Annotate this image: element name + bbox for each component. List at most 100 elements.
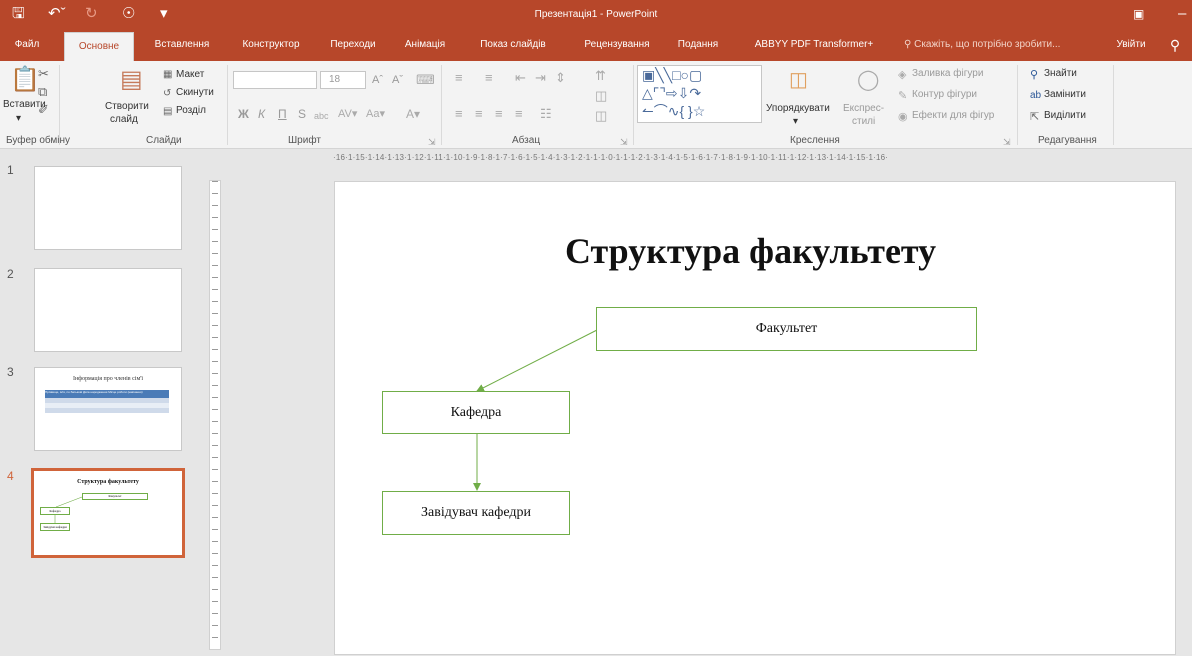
window-title: Презентація1 - PowerPoint [534, 9, 658, 20]
tab-insert[interactable]: Вставлення [144, 30, 220, 61]
new-slide-button-line2[interactable]: слайд [110, 114, 138, 125]
tell-me-search[interactable]: ⚲ Скажіть, що потрібно зробити... [904, 30, 1104, 61]
tab-transitions[interactable]: Переходи [322, 30, 384, 61]
section-button[interactable]: Розділ [176, 105, 206, 116]
layout-icon: ▦ [163, 69, 173, 80]
shadow-button[interactable]: S [298, 107, 306, 121]
font-dialog-launcher-icon[interactable]: ⇲ [428, 135, 436, 149]
quick-styles-icon[interactable]: ◯ [857, 69, 879, 91]
new-slide-icon[interactable]: ▤ [120, 67, 143, 93]
arrange-dropdown-icon[interactable]: ▾ [793, 116, 798, 127]
increase-indent-icon[interactable]: ⇥ [535, 71, 546, 85]
thumb-title: Інформація про членів сім'ї [72, 376, 144, 382]
shape-outline-button[interactable]: Контур фігури [912, 89, 977, 100]
arrange-button[interactable]: Упорядкувати [766, 103, 830, 114]
paste-dropdown-icon[interactable]: ▾ [16, 113, 21, 124]
arrange-icon[interactable]: ◫ [789, 69, 808, 91]
slide-thumbnail-1[interactable] [34, 166, 182, 250]
org-node-head-of-department[interactable]: Завідувач кафедри [382, 491, 570, 535]
bullets-icon[interactable]: ≡ [455, 71, 463, 85]
share-icon[interactable]: ⚲ [1160, 30, 1190, 61]
ribbon-display-options-icon[interactable]: ▣ [1133, 5, 1144, 23]
shapes-row-3[interactable]: ↼⌒∿{ }☆ [642, 104, 705, 118]
columns-icon[interactable]: ☷ [540, 107, 552, 121]
paste-icon[interactable]: 📋 [10, 67, 40, 93]
replace-button[interactable]: Замінити [1044, 89, 1086, 100]
thumb-table-header-cell: Місце роботи (навчання) [108, 390, 143, 394]
font-group-label: Шрифт [288, 135, 321, 146]
smartart-icon[interactable]: ◫ [595, 109, 607, 123]
minimize-icon[interactable]: – [1178, 5, 1186, 23]
clear-formatting-icon[interactable]: ⌨ [416, 73, 435, 87]
decrease-indent-icon[interactable]: ⇤ [515, 71, 526, 85]
paragraph-group-label: Абзац [512, 135, 541, 146]
slide-thumbnail-4[interactable]: Структура факультету Факультет Кафедра З… [31, 468, 185, 558]
italic-button[interactable]: К [258, 107, 265, 121]
drawing-group-label: Креслення [790, 135, 840, 146]
font-size-dropdown[interactable]: 18 [320, 71, 366, 89]
group-divider [1017, 65, 1018, 145]
tab-file[interactable]: Файл [12, 30, 42, 61]
shape-fill-icon: ◈ [898, 69, 907, 81]
quick-styles-button[interactable]: Експрес- [843, 103, 884, 114]
layout-button[interactable]: Макет [176, 69, 204, 80]
slide-thumbnail-2[interactable] [34, 268, 182, 352]
slide-number: 3 [7, 365, 14, 379]
font-color-icon[interactable]: A▾ [406, 107, 420, 121]
copy-icon[interactable]: ⧉ [38, 85, 47, 99]
ribbon-tabs: Файл Основне Вставлення Конструктор Пере… [0, 30, 1192, 61]
slide-thumbnail-3[interactable]: Інформація про членів сім'ї Прізвище, ім… [34, 367, 182, 451]
org-node-department[interactable]: Кафедра [382, 391, 570, 434]
find-icon: ⚲ [1030, 69, 1039, 81]
reset-button[interactable]: Скинути [176, 87, 214, 98]
align-text-icon[interactable]: ◫ [595, 89, 607, 103]
tab-slideshow[interactable]: Показ слайдів [468, 30, 558, 61]
replace-icon: ab [1030, 90, 1042, 101]
underline-button[interactable]: П [278, 107, 287, 121]
drawing-dialog-launcher-icon[interactable]: ⇲ [1003, 135, 1011, 149]
align-center-icon[interactable]: ≡ [475, 107, 483, 121]
decrease-font-icon[interactable]: Aˇ [392, 73, 403, 87]
paragraph-dialog-launcher-icon[interactable]: ⇲ [620, 135, 628, 149]
slides-group-label: Слайди [146, 135, 182, 146]
tab-review[interactable]: Рецензування [572, 30, 662, 61]
shapes-row-2[interactable]: △⌜⌝⇨⇩↷ [642, 86, 701, 100]
shape-effects-button[interactable]: Ефекти для фігур [912, 110, 994, 121]
increase-font-icon[interactable]: Aˆ [372, 73, 383, 87]
tell-me-placeholder: Скажіть, що потрібно зробити... [914, 39, 1061, 50]
paste-button[interactable]: Вставити [3, 99, 46, 110]
tab-animations[interactable]: Анімація [394, 30, 456, 61]
tab-view[interactable]: Подання [668, 30, 728, 61]
justify-icon[interactable]: ≡ [515, 107, 523, 121]
align-right-icon[interactable]: ≡ [495, 107, 503, 121]
font-size-value: 18 [329, 74, 341, 85]
strikethrough-icon[interactable]: abc [314, 109, 329, 123]
find-button[interactable]: Знайти [1044, 68, 1077, 79]
horizontal-ruler: ·16·1·15·1·14·1·13·1·12·1·11·1·10·1·9·1·… [333, 153, 889, 162]
shape-fill-button[interactable]: Заливка фігури [912, 68, 983, 79]
text-direction-icon[interactable]: ⇈ [595, 69, 606, 83]
quick-styles-button-line2[interactable]: стилі [852, 116, 875, 127]
cut-icon[interactable]: ✂ [38, 67, 49, 81]
line-spacing-icon[interactable]: ⇕ [555, 71, 566, 85]
tab-home[interactable]: Основне [64, 32, 134, 61]
align-left-icon[interactable]: ≡ [455, 107, 463, 121]
lightbulb-icon: ⚲ [904, 39, 915, 50]
change-case-icon[interactable]: Aa▾ [366, 107, 385, 121]
new-slide-button[interactable]: Створити [105, 101, 149, 112]
tab-abbyy[interactable]: ABBYY PDF Transformer+ [740, 30, 888, 61]
character-spacing-icon[interactable]: AV▾ [338, 107, 357, 121]
bold-button[interactable]: Ж [238, 107, 249, 121]
font-name-dropdown[interactable] [233, 71, 317, 89]
tab-design[interactable]: Конструктор [232, 30, 310, 61]
ruler-ticks [212, 181, 218, 649]
title-bar: 🖫 ↶ˇ ↻ ☉ ▾ Презентація1 - PowerPoint ▣ – [0, 0, 1192, 30]
shapes-row-1[interactable]: ▣╲╲□○▢ [642, 68, 702, 82]
numbering-icon[interactable]: ≡ [485, 71, 493, 85]
shapes-gallery[interactable]: ▣╲╲□○▢ △⌜⌝⇨⇩↷ ↼⌒∿{ }☆ [637, 65, 762, 123]
slide-canvas[interactable]: Структура факультету Факультет Кафедра З… [334, 181, 1176, 655]
editing-group-label: Редагування [1038, 135, 1097, 146]
select-button[interactable]: Виділити [1044, 110, 1086, 121]
sign-in-link[interactable]: Увійти [1113, 30, 1149, 61]
org-node-faculty[interactable]: Факультет [596, 307, 977, 351]
